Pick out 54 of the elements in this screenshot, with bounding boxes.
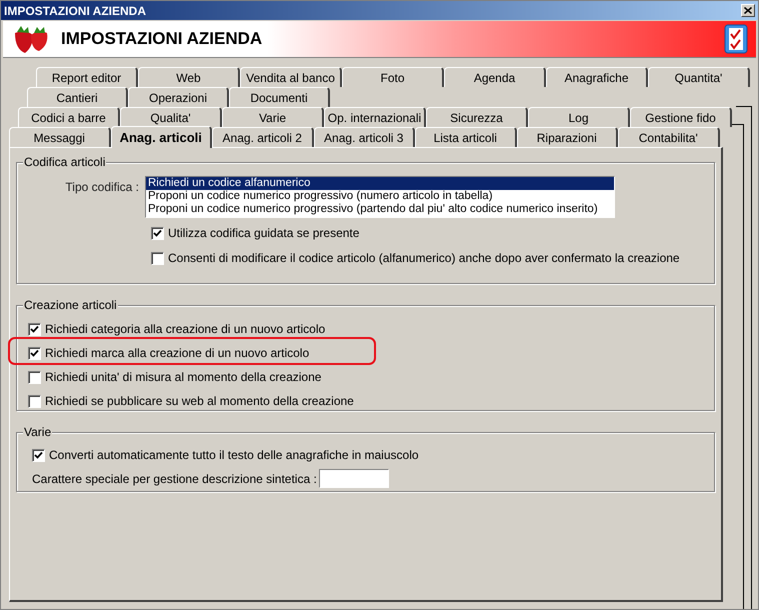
checkbox[interactable] bbox=[32, 448, 45, 462]
list-item[interactable]: Proponi un codice numerico progressivo (numero articolo in tabella) bbox=[146, 190, 614, 203]
tab[interactable]: Op. internazionali bbox=[324, 107, 426, 127]
tab[interactable]: Gestione fido bbox=[630, 107, 732, 127]
close-button[interactable] bbox=[741, 4, 755, 17]
checkbox[interactable] bbox=[151, 226, 164, 240]
list-box[interactable]: Richiedi un codice alfanumerico Proponi un codice numerico progressivo (numero articolo in tabella) Proponi un codice numerico progressivo (partendo dal piu' alto codice numerico inserito) bbox=[145, 176, 615, 218]
checkbox[interactable] bbox=[28, 322, 41, 336]
tab[interactable]: Foto bbox=[342, 67, 444, 87]
checkbox[interactable] bbox=[28, 346, 41, 360]
tab[interactable]: Cantieri bbox=[27, 87, 128, 107]
tab[interactable]: Operazioni bbox=[128, 87, 229, 107]
checkbox[interactable] bbox=[28, 370, 41, 384]
tab[interactable]: Varie bbox=[222, 107, 324, 127]
checkmark-icon bbox=[34, 450, 43, 460]
tab[interactable]: Anag. articoli 2 bbox=[212, 127, 314, 147]
input-field[interactable] bbox=[318, 469, 389, 488]
checkbox-label: Richiedi marca alla creazione di un nuovo articolo bbox=[45, 345, 310, 362]
tab[interactable]: Riparazioni bbox=[516, 127, 618, 147]
tab[interactable]: Quantita' bbox=[648, 67, 750, 87]
checkbox-label: Richiedi unita' di misura al momento della creazione bbox=[45, 369, 322, 386]
tab[interactable]: Contabilita' bbox=[618, 127, 720, 147]
checkmark-icon bbox=[153, 228, 162, 238]
checkmark-icon bbox=[30, 324, 39, 334]
tab[interactable]: Report editor bbox=[36, 67, 138, 87]
checkbox[interactable] bbox=[151, 252, 164, 264]
tab[interactable]: Messaggi bbox=[9, 127, 110, 147]
window-title: IMPOSTAZIONI AZIENDA bbox=[4, 2, 146, 20]
checkbox-label: Richiedi se pubblicare su web al momento della creazione bbox=[45, 393, 354, 410]
tab[interactable]: Anagrafiche bbox=[546, 67, 648, 87]
tab[interactable]: Agenda bbox=[444, 67, 546, 87]
tab[interactable]: Sicurezza bbox=[426, 107, 528, 127]
tab[interactable]: Codici a barre bbox=[18, 107, 120, 127]
tab[interactable]: Lista articoli bbox=[415, 127, 516, 147]
list-item[interactable]: Proponi un codice numerico progressivo (partendo dal piu' alto codice numerico inserito) bbox=[146, 203, 614, 216]
header-title: IMPOSTAZIONI AZIENDA bbox=[61, 28, 262, 50]
tab[interactable]: Documenti bbox=[229, 87, 330, 107]
checkbox[interactable] bbox=[28, 394, 41, 408]
tab[interactable]: Anag. articoli bbox=[110, 126, 212, 148]
checkbox-label: Consenti di modificare il codice articolo (alfanumerico) anche dopo aver confermato la creazione bbox=[168, 250, 680, 267]
field-label: Tipo codifica : bbox=[64, 179, 140, 196]
checklist-icon bbox=[724, 24, 748, 54]
field-label: Carattere speciale per gestione descrizione sintetica : bbox=[32, 470, 317, 488]
tab[interactable]: Anag. articoli 3 bbox=[314, 127, 415, 147]
list-item[interactable]: Richiedi un codice alfanumerico bbox=[146, 177, 614, 190]
tab[interactable]: Qualita' bbox=[120, 107, 222, 127]
checkbox-label: Converti automaticamente tutto il testo delle anagrafiche in maiuscolo bbox=[49, 447, 419, 464]
checkbox-label: Utilizza codifica guidata se presente bbox=[168, 225, 360, 242]
checkbox-label: Richiedi categoria alla creazione di un nuovo articolo bbox=[45, 321, 326, 338]
tab[interactable]: Web bbox=[138, 67, 240, 87]
checkmark-icon bbox=[30, 348, 39, 358]
tab[interactable]: Vendita al banco bbox=[240, 67, 342, 87]
close-icon bbox=[744, 7, 752, 14]
tab[interactable]: Log bbox=[528, 107, 630, 127]
